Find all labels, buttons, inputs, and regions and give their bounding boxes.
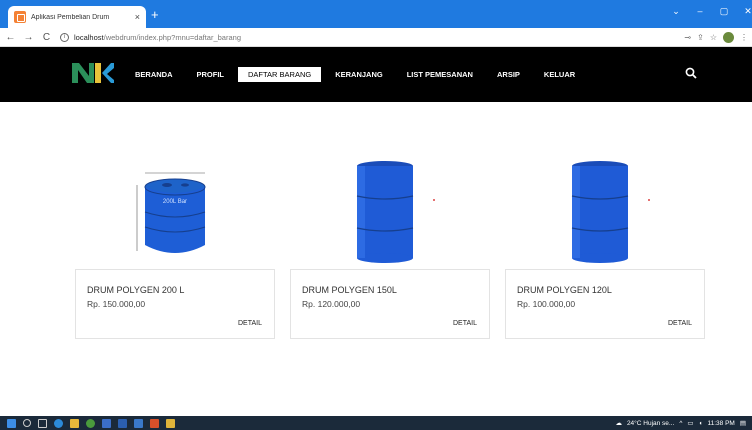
- product-name: DRUM POLYGEN 120L: [517, 285, 612, 295]
- close-window-button[interactable]: ✕: [736, 6, 752, 17]
- product-price: Rp. 150.000,00: [87, 299, 146, 309]
- product-card: 200L Bar DRUM POLYGEN 200 L Rp. 150.000,…: [75, 155, 275, 340]
- product-card-body: DRUM POLYGEN 150L Rp. 120.000,00 DETAIL: [290, 269, 490, 339]
- browser-tab[interactable]: Aplikasi Pembelian Drum ×: [8, 6, 146, 28]
- nav-daftar-barang[interactable]: DAFTAR BARANG: [238, 67, 322, 82]
- os-taskbar: ☁ 24°C Hujan se... ^ ▭ ◖ 11:38 PM ▤: [0, 416, 752, 430]
- product-name: DRUM POLYGEN 200 L: [87, 285, 185, 295]
- product-card: DRUM POLYGEN 150L Rp. 120.000,00 DETAIL: [290, 155, 490, 340]
- product-price: Rp. 100.000,00: [517, 299, 576, 309]
- svg-text:200L Bar: 200L Bar: [163, 199, 187, 205]
- folder-icon[interactable]: [166, 418, 175, 428]
- star-icon[interactable]: ☆: [710, 33, 717, 42]
- product-card: DRUM POLYGEN 120L Rp. 100.000,00 DETAIL: [505, 155, 705, 340]
- site-logo[interactable]: [70, 60, 114, 86]
- system-tray: ☁ 24°C Hujan se... ^ ▭ ◖ 11:38 PM ▤: [615, 419, 752, 428]
- chrome-icon[interactable]: [86, 418, 95, 428]
- chevron-up-icon[interactable]: ^: [679, 420, 682, 427]
- site-navbar: BERANDA PROFIL DAFTAR BARANG KERANJANG L…: [0, 47, 752, 102]
- reload-button[interactable]: C: [39, 32, 54, 43]
- product-image[interactable]: [505, 155, 705, 269]
- volume-icon[interactable]: ◖: [699, 420, 703, 427]
- site-info-icon[interactable]: i: [60, 32, 69, 42]
- url-field[interactable]: localhost/webdrum/index.php?mnu=daftar_b…: [74, 33, 241, 42]
- product-price: Rp. 120.000,00: [302, 299, 361, 309]
- product-image[interactable]: [290, 155, 490, 269]
- main-menu: BERANDA PROFIL DAFTAR BARANG KERANJANG L…: [125, 47, 589, 102]
- weather-text[interactable]: 24°C Hujan se...: [627, 420, 674, 427]
- windows-start-icon[interactable]: [7, 418, 16, 428]
- weather-icon[interactable]: ☁: [615, 419, 622, 427]
- detail-button[interactable]: DETAIL: [238, 320, 262, 327]
- edge-icon[interactable]: [54, 418, 63, 428]
- forward-button[interactable]: →: [21, 32, 36, 43]
- task-view-icon[interactable]: [38, 418, 47, 428]
- app-icon[interactable]: [102, 418, 111, 428]
- detail-button[interactable]: DETAIL: [453, 320, 477, 327]
- new-tab-button[interactable]: +: [151, 8, 159, 22]
- nav-beranda[interactable]: BERANDA: [125, 67, 183, 82]
- nav-keranjang[interactable]: KERANJANG: [325, 67, 393, 82]
- powerpoint-icon[interactable]: [150, 418, 159, 428]
- nav-profil[interactable]: PROFIL: [187, 67, 235, 82]
- address-bar-row: ← → C i localhost/webdrum/index.php?mnu=…: [0, 28, 752, 47]
- site-favicon-icon: [14, 11, 26, 23]
- back-button[interactable]: ←: [3, 32, 18, 43]
- nav-keluar[interactable]: KELUAR: [534, 67, 585, 82]
- notification-icon[interactable]: ▤: [740, 419, 746, 427]
- product-card-body: DRUM POLYGEN 200 L Rp. 150.000,00 DETAIL: [75, 269, 275, 339]
- product-name: DRUM POLYGEN 150L: [302, 285, 397, 295]
- browser-tab-strip: Aplikasi Pembelian Drum × + ⌄ – ▢ ✕: [0, 0, 752, 28]
- menu-icon[interactable]: ⋮: [740, 33, 748, 42]
- window-controls: ⌄ – ▢ ✕: [664, 6, 752, 17]
- maximize-button[interactable]: ▢: [712, 6, 736, 17]
- network-icon[interactable]: ▭: [687, 419, 693, 427]
- share-icon[interactable]: ⇪: [697, 33, 704, 42]
- product-image[interactable]: 200L Bar: [75, 155, 275, 269]
- minimize-button[interactable]: –: [688, 6, 712, 17]
- profile-avatar[interactable]: [723, 31, 734, 43]
- detail-button[interactable]: DETAIL: [668, 320, 692, 327]
- chevron-down-icon[interactable]: ⌄: [664, 6, 688, 17]
- search-taskbar-icon[interactable]: [23, 419, 31, 427]
- tab-title: Aplikasi Pembelian Drum: [31, 13, 110, 21]
- file-explorer-icon[interactable]: [70, 418, 79, 428]
- key-icon[interactable]: ⊸: [684, 33, 691, 42]
- mail-icon[interactable]: [134, 418, 143, 428]
- search-icon[interactable]: [685, 67, 697, 79]
- clock[interactable]: 11:38 PM: [708, 420, 735, 427]
- tab-close-button[interactable]: ×: [135, 12, 140, 22]
- product-card-body: DRUM POLYGEN 120L Rp. 100.000,00 DETAIL: [505, 269, 705, 339]
- nav-arsip[interactable]: ARSIP: [487, 67, 530, 82]
- word-icon[interactable]: [118, 418, 127, 428]
- nav-list-pemesanan[interactable]: LIST PEMESANAN: [397, 67, 483, 82]
